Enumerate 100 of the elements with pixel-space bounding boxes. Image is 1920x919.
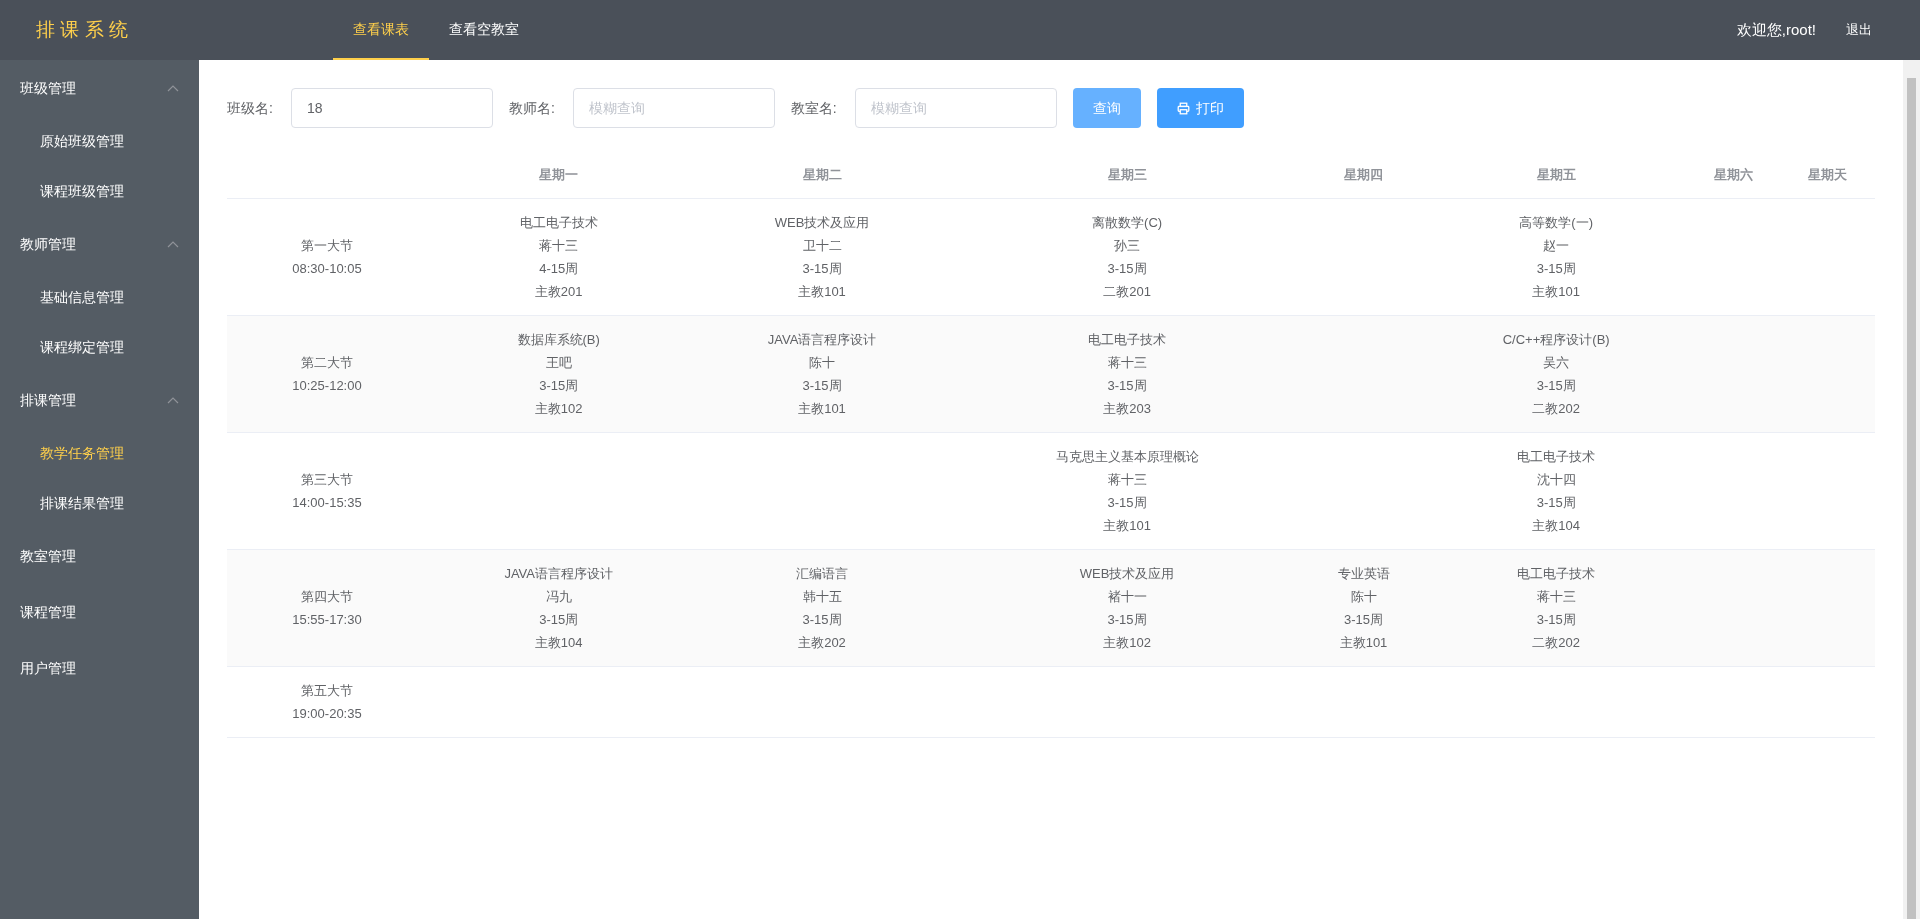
- period-time: 19:00-20:35: [291, 704, 363, 723]
- cell-text: C/C++程序设计(B): [1501, 330, 1611, 349]
- cell-text: 主教104: [533, 633, 584, 652]
- cell-text: 3-15周: [1106, 493, 1148, 512]
- menu-group[interactable]: 课程管理: [0, 584, 199, 640]
- period-label: 第二大节: [300, 353, 354, 372]
- nav-tab[interactable]: 查看空教室: [429, 0, 539, 60]
- nav-tab[interactable]: 查看课表: [333, 0, 429, 60]
- menu-group[interactable]: 用户管理: [0, 640, 199, 696]
- menu-item[interactable]: 课程班级管理: [0, 166, 199, 216]
- menu-item[interactable]: 教学任务管理: [0, 428, 199, 478]
- cell-text: 卫十二: [801, 236, 843, 255]
- cell-text: 主教202: [797, 633, 847, 652]
- period-label: 第四大节: [300, 587, 354, 606]
- cell-text: 主教203: [1102, 399, 1152, 418]
- cell-text: 主教101: [1102, 516, 1152, 535]
- menu-group[interactable]: 班级管理: [0, 60, 199, 116]
- menu-item[interactable]: 原始班级管理: [0, 116, 199, 166]
- cell-text: 数据库系统(B): [516, 330, 601, 349]
- cell-text: 陈十: [808, 353, 836, 372]
- cell-text: 韩十五: [801, 587, 843, 606]
- cell-text: 吴六: [1542, 353, 1571, 372]
- period-label: 第一大节: [300, 236, 354, 255]
- column-header: 星期五: [1536, 167, 1576, 182]
- input-field[interactable]: 18: [290, 88, 493, 128]
- welcome-text: 欢迎您,root!: [1736, 19, 1816, 40]
- cell-text: 二教201: [1102, 282, 1152, 301]
- period-label: 第三大节: [300, 470, 354, 489]
- cell-text: 3-15周: [801, 259, 843, 278]
- cell-text: 主教102: [1102, 633, 1152, 652]
- cell-text: 蒋十三: [1106, 470, 1148, 489]
- cell-text: WEB技术及应用: [773, 213, 871, 232]
- menu-group[interactable]: 教室管理: [0, 528, 199, 584]
- cell-text: 电工电子技术: [1087, 330, 1168, 349]
- cell-text: 离散数学(C): [1091, 213, 1164, 232]
- cell-text: 高等数学(一): [1518, 213, 1594, 232]
- cell-text: 电工电子技术: [1516, 564, 1597, 583]
- cell-text: 二教202: [1531, 633, 1582, 652]
- app-logo: 排 课 系 统: [35, 17, 129, 42]
- scrollbar-thumb[interactable]: [1907, 78, 1916, 919]
- cell-text: 3-15周: [538, 376, 580, 395]
- cell-text: 主教101: [797, 399, 847, 418]
- cell-text: 马克思主义基本原理概论: [1054, 447, 1200, 466]
- field-label: 教师名:: [508, 98, 555, 118]
- cell-text: 陈十: [1349, 587, 1378, 606]
- column-header: 星期三: [1107, 167, 1147, 182]
- menu-group[interactable]: 教师管理: [0, 216, 199, 272]
- cell-text: 主教201: [533, 282, 584, 301]
- column-header: 星期天: [1808, 167, 1848, 182]
- column-header: 星期六: [1713, 167, 1753, 182]
- input-field[interactable]: 模糊查询: [854, 88, 1057, 128]
- cell-text: 二教202: [1531, 399, 1582, 418]
- cell-text: 汇编语言: [795, 564, 849, 583]
- cell-text: 褚十一: [1106, 587, 1148, 606]
- cell-text: 专业英语: [1336, 564, 1391, 583]
- cell-text: 电工电子技术: [518, 213, 599, 232]
- menu-group[interactable]: 排课管理: [0, 372, 199, 428]
- cell-text: 3-15周: [801, 610, 843, 629]
- period-time: 08:30-10:05: [291, 259, 363, 278]
- cell-text: 主教101: [1531, 282, 1582, 301]
- cell-text: JAVA语言程序设计: [503, 564, 614, 583]
- column-header: 星期四: [1344, 167, 1383, 182]
- cell-text: 3-15周: [1106, 259, 1148, 278]
- period-time: 10:25-12:00: [291, 376, 363, 395]
- cell-text: 3-15周: [1106, 376, 1148, 395]
- cell-text: 蒋十三: [538, 236, 580, 255]
- field-label: 教室名:: [790, 98, 837, 118]
- menu-item[interactable]: 排课结果管理: [0, 478, 199, 528]
- cell-text: 蒋十三: [1535, 587, 1577, 606]
- period-label: 第五大节: [300, 681, 354, 700]
- column-header: 星期二: [802, 167, 842, 182]
- cell-text: 3-15周: [1535, 259, 1577, 278]
- cell-text: 王吧: [544, 353, 573, 372]
- logout-link[interactable]: 退出: [1846, 20, 1872, 40]
- cell-text: 3-15周: [801, 376, 843, 395]
- cell-text: 沈十四: [1535, 470, 1577, 489]
- cell-text: WEB技术及应用: [1078, 564, 1176, 583]
- cell-text: 4-15周: [538, 259, 580, 278]
- period-time: 15:55-17:30: [291, 610, 363, 629]
- cell-text: JAVA语言程序设计: [766, 330, 878, 349]
- cell-text: 电工电子技术: [1516, 447, 1597, 466]
- input-field[interactable]: 模糊查询: [572, 88, 775, 128]
- field-label: 班级名:: [227, 98, 273, 118]
- menu-item[interactable]: 基础信息管理: [0, 272, 199, 322]
- menu-item[interactable]: 课程绑定管理: [0, 322, 199, 372]
- cell-text: 3-15周: [1535, 376, 1577, 395]
- printer-icon: [1176, 101, 1190, 115]
- cell-text: 3-15周: [1535, 493, 1577, 512]
- cell-text: 3-15周: [1343, 610, 1385, 629]
- cell-text: 3-15周: [538, 610, 580, 629]
- column-header: 星期一: [539, 167, 579, 182]
- cell-text: 冯九: [544, 587, 573, 606]
- chevron-icon: [167, 396, 179, 404]
- chevron-icon: [167, 84, 179, 92]
- period-time: 14:00-15:35: [291, 493, 363, 512]
- chevron-icon: [167, 240, 179, 248]
- cell-text: 主教101: [797, 282, 847, 301]
- cell-text: 主教101: [1338, 633, 1389, 652]
- cell-text: 孙三: [1113, 236, 1142, 255]
- cell-text: 3-15周: [1535, 610, 1577, 629]
